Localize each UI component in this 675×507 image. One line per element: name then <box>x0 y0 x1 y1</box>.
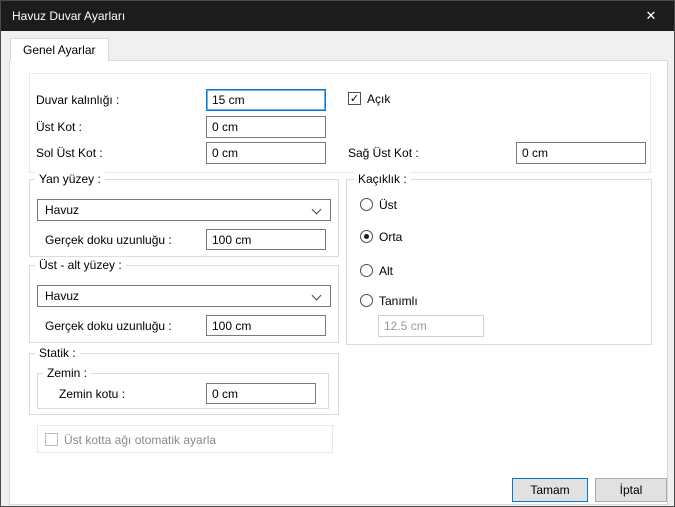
tab-genel-ayarlar[interactable]: Genel Ayarlar <box>10 38 109 61</box>
tab-page: Duvar kalınlığı : ✓ Açık Üst Kot : Sol Ü… <box>9 60 668 505</box>
chevron-down-icon <box>312 291 322 301</box>
zemin-title: Zemin : <box>43 366 91 380</box>
yan-doku-label: Gerçek doku uzunluğu : <box>45 233 172 248</box>
auto-checkbox: Üst kotta ağı otomatik ayarla <box>45 432 216 447</box>
kacilik-title: Kaçıklık : <box>354 172 411 186</box>
radio-orta-label: Orta <box>379 230 402 244</box>
close-button[interactable]: ✕ <box>628 1 674 31</box>
zemin-kotu-input[interactable] <box>206 383 316 404</box>
sol-ust-kot-input[interactable] <box>206 142 326 164</box>
radio-alt-label: Alt <box>379 264 393 278</box>
radio-alt[interactable]: Alt <box>360 263 393 278</box>
radio-tanimli-label: Tanımlı <box>379 294 418 308</box>
cancel-button[interactable]: İptal <box>595 478 667 502</box>
radio-unselected-icon <box>360 198 373 211</box>
statik-title: Statik : <box>35 346 80 360</box>
yan-yuzey-dropdown[interactable]: Havuz <box>37 199 331 221</box>
zemin-kotu-label: Zemin kotu : <box>59 387 125 402</box>
auto-checkbox-label: Üst kotta ağı otomatik ayarla <box>64 433 216 447</box>
ust-alt-yuzey-dropdown[interactable]: Havuz <box>37 285 331 307</box>
radio-ust-label: Üst <box>379 198 397 212</box>
duvar-kalinligi-label: Duvar kalınlığı : <box>36 93 119 108</box>
tab-label: Genel Ayarlar <box>23 43 96 57</box>
ust-alt-doku-input[interactable] <box>206 315 326 336</box>
checkbox-unchecked-icon <box>45 433 58 446</box>
acik-label: Açık <box>367 92 390 106</box>
ust-kot-label: Üst Kot : <box>36 120 82 135</box>
radio-tanimli[interactable]: Tanımlı <box>360 293 418 308</box>
ust-alt-yuzey-title: Üst - alt yüzey : <box>35 258 126 272</box>
radio-orta[interactable]: Orta <box>360 229 402 244</box>
radio-selected-icon <box>360 230 373 243</box>
dialog-havuz-duvar-ayarlari: Havuz Duvar Ayarları ✕ Genel Ayarlar Duv… <box>0 0 675 507</box>
titlebar[interactable]: Havuz Duvar Ayarları ✕ <box>1 1 674 31</box>
radio-unselected-icon <box>360 294 373 307</box>
ust-alt-doku-label: Gerçek doku uzunluğu : <box>45 319 172 334</box>
yan-yuzey-title: Yan yüzey : <box>35 172 105 186</box>
sol-ust-kot-label: Sol Üst Kot : <box>36 146 103 161</box>
yan-doku-input[interactable] <box>206 229 326 250</box>
sag-ust-kot-input[interactable] <box>516 142 646 164</box>
ok-button[interactable]: Tamam <box>512 478 588 502</box>
radio-ust[interactable]: Üst <box>360 197 397 212</box>
checkbox-checked-icon: ✓ <box>348 92 361 105</box>
ust-kot-input[interactable] <box>206 116 326 138</box>
duvar-kalinligi-input[interactable] <box>206 89 326 111</box>
acik-checkbox[interactable]: ✓ Açık <box>348 91 390 106</box>
window-title: Havuz Duvar Ayarları <box>1 9 125 23</box>
close-icon: ✕ <box>646 8 657 24</box>
radio-unselected-icon <box>360 264 373 277</box>
ust-alt-yuzey-dropdown-value: Havuz <box>45 289 79 303</box>
tanimli-input <box>378 315 484 337</box>
sag-ust-kot-label: Sağ Üst Kot : <box>348 146 419 161</box>
chevron-down-icon <box>312 205 322 215</box>
yan-yuzey-dropdown-value: Havuz <box>45 203 79 217</box>
